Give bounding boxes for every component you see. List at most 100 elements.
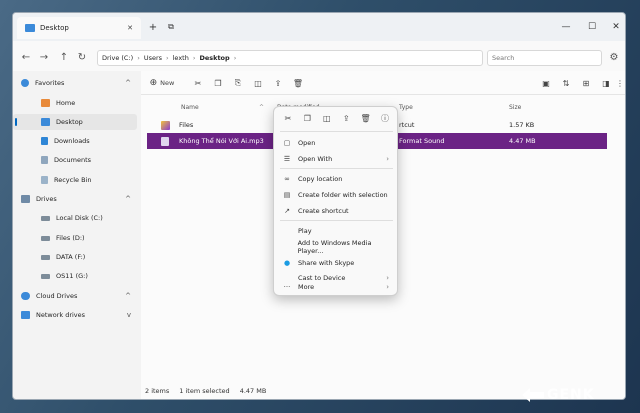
sidebar-item-data-f[interactable]: DATA (F:) (13, 249, 137, 265)
menu-item-play[interactable]: Play (278, 223, 395, 238)
column-type[interactable]: Type (399, 104, 413, 111)
chevron-right-icon: › (166, 54, 169, 62)
maximize-button[interactable]: ☐ (579, 19, 605, 35)
genk-watermark: GENK (522, 387, 595, 403)
sidebar-group-favorites[interactable]: Favorites ^ (13, 75, 137, 91)
delete-icon[interactable]: 🗑 (291, 75, 305, 91)
chevron-up-icon[interactable]: ^ (125, 292, 131, 300)
sidebar-item-label: Cloud Drives (36, 292, 78, 300)
recycle-bin-icon (41, 176, 48, 184)
copy-icon[interactable]: ❐ (300, 111, 314, 125)
close-button[interactable]: ✕ (603, 19, 625, 35)
back-arrow-icon[interactable]: ← (19, 50, 33, 64)
sidebar-item-label: OS11 (G:) (56, 272, 88, 280)
media-file-icon (161, 120, 170, 130)
sidebar-item-recycle-bin[interactable]: Recycle Bin (13, 172, 137, 188)
cut-icon[interactable]: ✂ (281, 111, 295, 125)
sidebar-item-label: Drives (36, 195, 57, 203)
menu-item-open-with[interactable]: ☰ Open With › (278, 151, 395, 166)
drive-icon (41, 235, 50, 241)
refresh-icon[interactable]: ↻ (75, 50, 89, 64)
sidebar-item-files-d[interactable]: Files (D:) (13, 230, 137, 246)
sidebar-item-downloads[interactable]: Downloads (13, 133, 137, 149)
sidebar-item-os11-g[interactable]: OS11 (G:) (13, 268, 137, 284)
sort-icon[interactable]: ⇅ (559, 75, 573, 91)
document-icon (41, 156, 48, 164)
open-icon: ▢ (283, 138, 291, 147)
menu-item-create-shortcut[interactable]: ↗ Create shortcut (278, 203, 395, 218)
chevron-down-icon[interactable]: v (127, 311, 131, 319)
drive-icon (41, 254, 50, 260)
delete-icon[interactable]: 🗑 (359, 111, 373, 125)
column-size[interactable]: Size (509, 104, 521, 111)
share-icon[interactable]: ⇪ (271, 75, 285, 91)
breadcrumb-user[interactable]: lexth (173, 54, 189, 62)
new-button[interactable]: ⊕ New (147, 75, 177, 91)
menu-item-label: Copy location (298, 174, 343, 183)
breadcrumb-users[interactable]: Users (144, 54, 162, 62)
menu-item-add-to-wmp[interactable]: Add to Windows Media Player... (278, 239, 395, 255)
sidebar-group-network-drives[interactable]: Network drives v (13, 307, 137, 323)
navigation-bar: ← → ↑ ↻ Drive (C:) › Users › lexth › Des… (13, 41, 625, 71)
title-bar: Desktop ✕ + ⧉ — ☐ ✕ (13, 13, 625, 41)
context-menu: ✂ ❐ ◫ ⇪ 🗑 ⓘ ▢ Open ☰ Open With › ∞ Copy … (273, 106, 398, 296)
plus-icon: ⊕ (149, 78, 158, 88)
rename-icon[interactable]: ◫ (320, 111, 334, 125)
breadcrumb-desktop[interactable]: Desktop (199, 54, 229, 62)
rename-icon[interactable]: ◫ (251, 75, 265, 91)
address-bar[interactable]: Drive (C:) › Users › lexth › Desktop › (97, 50, 483, 66)
context-quick-actions: ✂ ❐ ◫ ⇪ 🗑 ⓘ (278, 111, 395, 129)
forward-arrow-icon[interactable]: → (37, 50, 51, 64)
copy-icon[interactable]: ❐ (211, 75, 225, 91)
menu-divider (280, 168, 393, 169)
skype-icon: ● (283, 258, 291, 267)
preview-pane-icon[interactable]: ◨ (599, 75, 613, 91)
share-icon[interactable]: ⇪ (339, 111, 353, 125)
menu-item-copy-location[interactable]: ∞ Copy location (278, 171, 395, 186)
sidebar-item-label: Recycle Bin (54, 176, 92, 184)
menu-item-open[interactable]: ▢ Open (278, 135, 395, 150)
home-icon (41, 99, 50, 107)
sidebar-item-home[interactable]: Home (13, 95, 137, 111)
sidebar-item-local-disk-c[interactable]: Local Disk (C:) (13, 210, 137, 226)
sidebar-item-documents[interactable]: Documents (13, 152, 137, 168)
selection-icon[interactable]: ▣ (539, 75, 553, 91)
sort-chevron-icon: ^ (259, 103, 265, 111)
download-icon (41, 137, 48, 145)
more-options-icon[interactable]: ⋮ (615, 75, 625, 91)
search-input[interactable]: Search (487, 50, 602, 66)
column-name[interactable]: Name (181, 104, 199, 111)
paste-icon[interactable]: ⎘ (231, 75, 245, 91)
command-bar: ⊕ New ✂ ❐ ⎘ ◫ ⇪ 🗑 ▣ ⇅ ⊞ ◨ ⋮ (141, 71, 625, 95)
network-icon (21, 311, 30, 319)
settings-gear-icon[interactable]: ⚙ (607, 50, 621, 64)
cut-icon[interactable]: ✂ (191, 75, 205, 91)
sidebar-group-cloud-drives[interactable]: Cloud Drives ^ (13, 288, 137, 304)
menu-item-label: Play (298, 226, 312, 235)
new-tab-button[interactable]: + (145, 19, 161, 35)
breadcrumb-drive[interactable]: Drive (C:) (102, 54, 133, 62)
chevron-up-icon[interactable]: ^ (125, 79, 131, 87)
file-size: 1.57 KB (509, 121, 535, 129)
sidebar: Favorites ^ Home Desktop Downloads Docum… (13, 71, 141, 381)
menu-item-more[interactable]: ··· More › (278, 279, 395, 294)
sidebar-item-label: DATA (F:) (56, 253, 86, 261)
view-layout-icon[interactable]: ⊞ (579, 75, 593, 91)
chevron-up-icon[interactable]: ^ (125, 195, 131, 203)
new-button-label: New (160, 79, 175, 87)
tab-close-icon[interactable]: ✕ (127, 24, 133, 32)
menu-item-label: Open With (298, 154, 333, 163)
tab-desktop[interactable]: Desktop ✕ (17, 17, 141, 39)
desktop-icon (41, 118, 50, 126)
sidebar-item-desktop[interactable]: Desktop (13, 114, 137, 130)
sidebar-item-label: Local Disk (C:) (56, 214, 103, 222)
sidebar-group-drives[interactable]: Drives ^ (13, 191, 137, 207)
file-name: Không Thể Nói Với Ai.mp3 (179, 137, 264, 145)
info-icon[interactable]: ⓘ (378, 111, 392, 125)
menu-item-create-folder[interactable]: ▤ Create folder with selection (278, 187, 395, 202)
menu-item-share-skype[interactable]: ● Share with Skype (278, 255, 395, 270)
up-arrow-icon[interactable]: ↑ (57, 50, 71, 64)
minimize-button[interactable]: — (553, 19, 579, 35)
file-type: Format Sound (399, 137, 445, 145)
tab-list-icon[interactable]: ⧉ (163, 19, 179, 35)
